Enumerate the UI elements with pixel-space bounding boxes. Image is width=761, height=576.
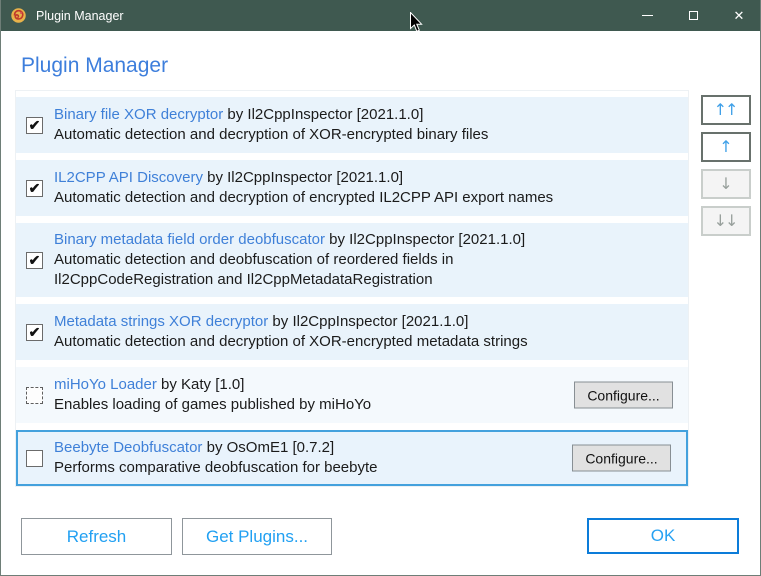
checkmark-icon: ✔: [28, 116, 41, 133]
plugin-name-link[interactable]: Binary file XOR decryptor: [54, 106, 223, 123]
plugin-name-link[interactable]: Metadata strings XOR decryptor: [54, 313, 268, 330]
plugin-name-link[interactable]: IL2CPP API Discovery: [54, 169, 203, 186]
configure-button[interactable]: Configure...: [574, 381, 673, 409]
plugin-byline: by Il2CppInspector [2021.1.0]: [325, 231, 526, 248]
plugin-checkbox[interactable]: ✔: [26, 251, 43, 269]
plugin-byline: by Il2CppInspector [2021.1.0]: [202, 169, 404, 186]
plugin-name-link[interactable]: Binary metadata field order deobfuscator: [54, 231, 325, 248]
window-title: Plugin Manager: [36, 8, 124, 23]
plugin-row[interactable]: ✔ Binary file XOR decryptor by Il2CppIns…: [16, 97, 688, 153]
plugin-description: Automatic detection and deobfuscation of…: [54, 251, 454, 288]
close-icon: ✕: [733, 7, 745, 23]
plugin-name-link[interactable]: Beebyte Deobfuscator: [54, 439, 202, 456]
plugin-row[interactable]: Beebyte Deobfuscator by OsOmE1 [0.7.2] P…: [16, 430, 688, 486]
plugin-description: Performs comparative deobfuscation for b…: [54, 459, 378, 476]
get-plugins-button[interactable]: Get Plugins...: [182, 518, 332, 555]
page-title: Plugin Manager: [21, 54, 169, 77]
plugin-row[interactable]: miHoYo Loader by Katy [1.0] Enables load…: [16, 367, 688, 423]
plugin-checkbox[interactable]: [26, 449, 43, 467]
plugin-checkbox[interactable]: ✔: [26, 116, 43, 134]
move-to-bottom-button: ↓↓: [701, 206, 751, 236]
app-icon: [11, 8, 26, 23]
plugin-byline: by Il2CppInspector [2021.1.0]: [223, 106, 424, 123]
plugin-manager-window: Plugin Manager ✕ Plugin Manager ✔ Binary…: [0, 0, 761, 576]
plugin-row[interactable]: ✔ Binary metadata field order deobfuscat…: [16, 223, 688, 297]
plugin-name-link[interactable]: miHoYo Loader: [54, 376, 157, 393]
reorder-buttons: ↑↑ ↑ ↓ ↓↓: [701, 95, 751, 236]
move-up-button[interactable]: ↑: [701, 132, 751, 162]
plugin-checkbox[interactable]: ✔: [26, 323, 43, 341]
minimize-icon: [641, 15, 653, 16]
plugin-description: Automatic detection and decryption of en…: [54, 189, 554, 206]
checkmark-icon: ✔: [28, 323, 41, 340]
plugin-checkbox[interactable]: ✔: [26, 179, 43, 197]
plugin-description: Enables loading of games published by mi…: [54, 396, 372, 413]
plugin-byline: by Il2CppInspector [2021.1.0]: [268, 313, 469, 330]
refresh-button[interactable]: Refresh: [21, 518, 172, 555]
configure-button[interactable]: Configure...: [572, 444, 671, 472]
close-button[interactable]: ✕: [716, 0, 760, 31]
move-to-top-button[interactable]: ↑↑: [701, 95, 751, 125]
checkmark-icon: ✔: [28, 179, 41, 196]
plugin-checkbox[interactable]: [26, 386, 43, 404]
plugin-list: ✔ Binary file XOR decryptor by Il2CppIns…: [15, 90, 689, 487]
plugin-row[interactable]: ✔ IL2CPP API Discovery by Il2CppInspecto…: [16, 160, 688, 216]
plugin-row[interactable]: ✔ Metadata strings XOR decryptor by Il2C…: [16, 304, 688, 360]
maximize-icon: [688, 11, 698, 20]
maximize-button[interactable]: [670, 0, 716, 31]
plugin-byline: by OsOmE1 [0.7.2]: [202, 439, 335, 456]
titlebar: Plugin Manager ✕: [1, 0, 760, 31]
move-down-button: ↓: [701, 169, 751, 199]
checkmark-icon: ✔: [28, 251, 41, 268]
ok-button[interactable]: OK: [587, 518, 739, 554]
caption-buttons: ✕: [624, 0, 760, 31]
plugin-description: Automatic detection and decryption of XO…: [54, 126, 489, 143]
plugin-byline: by Katy [1.0]: [156, 376, 245, 393]
plugin-description: Automatic detection and decryption of XO…: [54, 333, 528, 350]
minimize-button[interactable]: [624, 0, 670, 31]
